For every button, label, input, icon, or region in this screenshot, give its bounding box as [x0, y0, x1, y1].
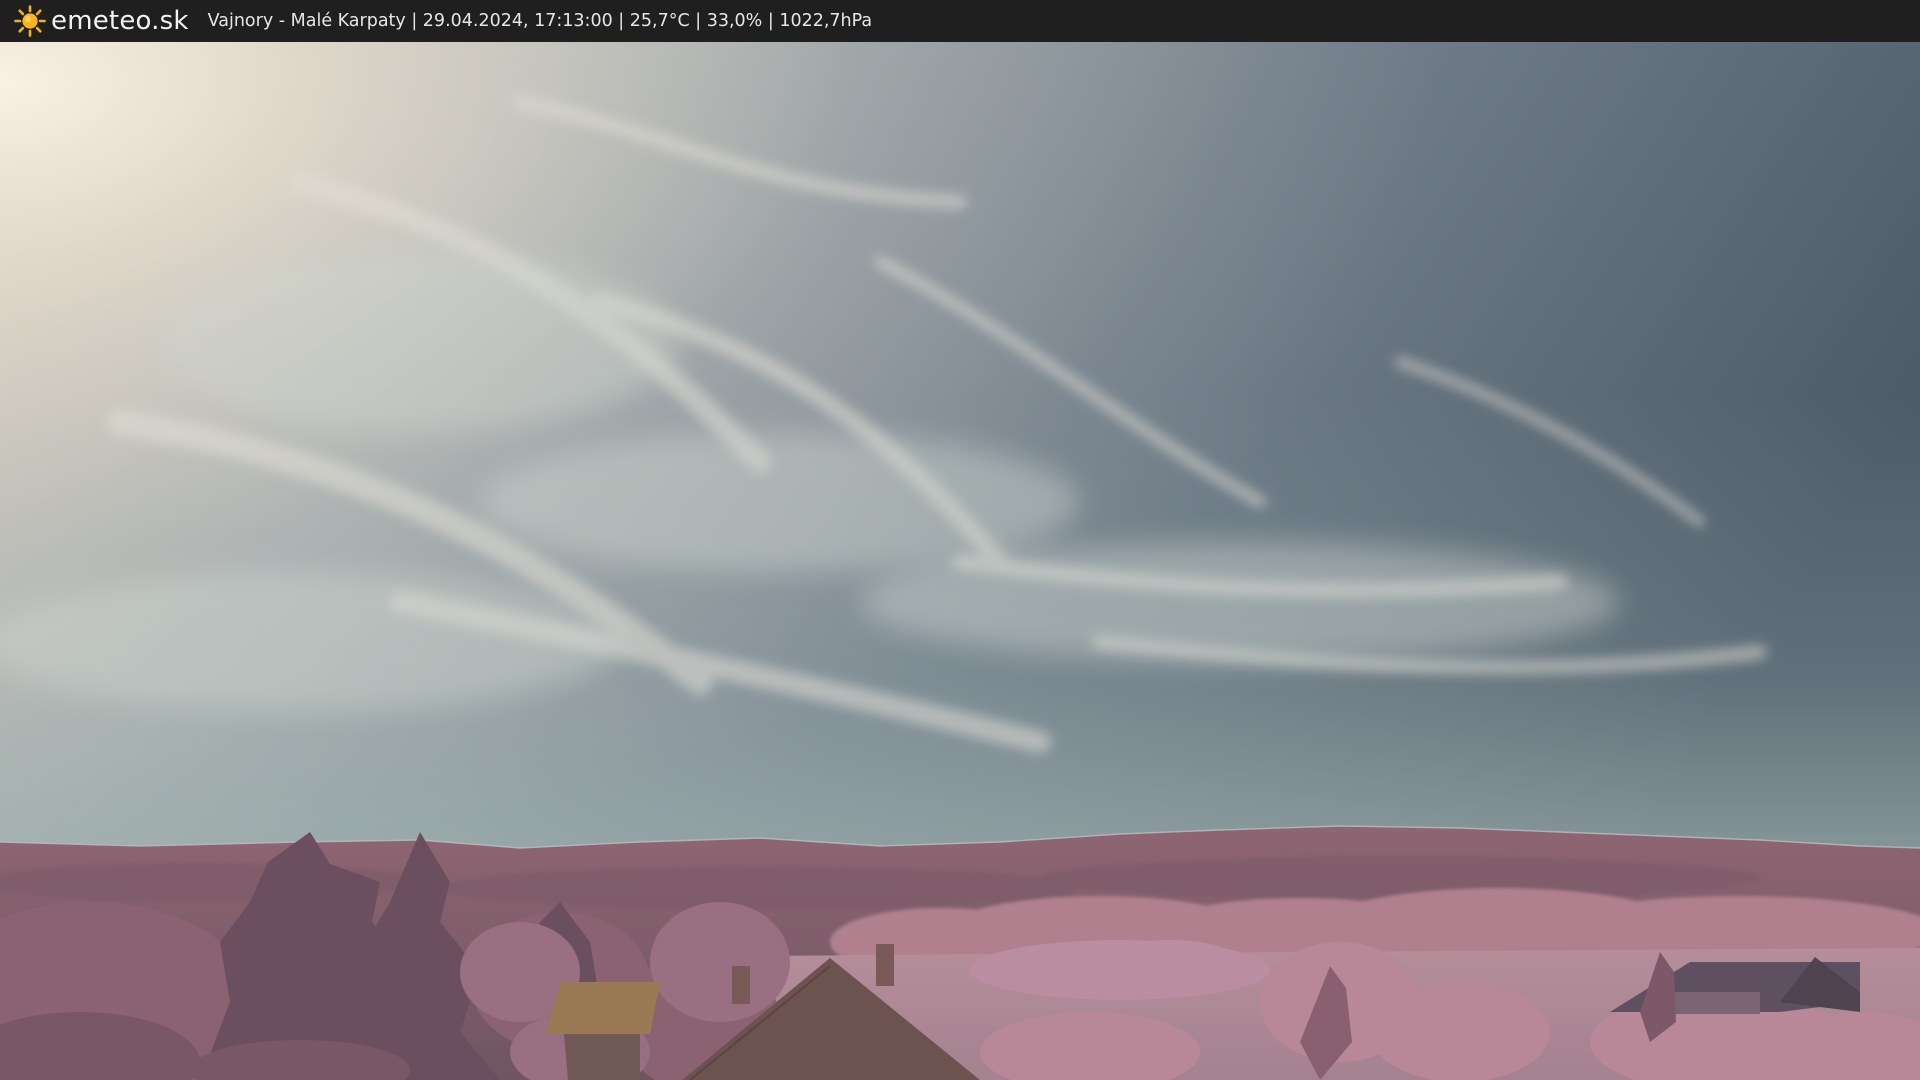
- logo[interactable]: emeteo.sk: [14, 0, 189, 42]
- sun-icon: [14, 5, 46, 37]
- top-bar: emeteo.sk Vajnory - Malé Karpaty | 29.04…: [0, 0, 1920, 42]
- webcam-caption: Vajnory - Malé Karpaty | 29.04.2024, 17:…: [207, 11, 873, 31]
- webcam-image: [0, 42, 1920, 1080]
- brand-name: emeteo.sk: [51, 6, 189, 36]
